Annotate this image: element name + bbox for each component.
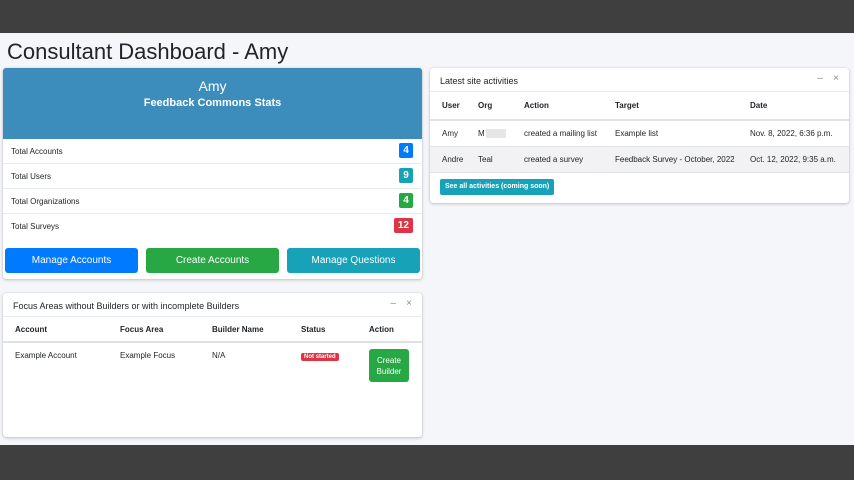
stat-row-users: Total Users 9 xyxy=(3,164,422,189)
minus-icon[interactable]: – xyxy=(390,299,396,309)
table-row: Amy M created a mailing list Example lis… xyxy=(430,120,849,147)
create-accounts-button[interactable]: Create Accounts xyxy=(146,248,279,273)
column-header: Action xyxy=(357,317,422,343)
org-cell: Teal xyxy=(466,146,512,173)
user-cell: Amy xyxy=(430,120,466,147)
page-title: Consultant Dashboard - Amy xyxy=(7,39,289,64)
action-cell: Create Builder xyxy=(357,342,422,386)
status-badge: Not started xyxy=(301,353,339,361)
stats-button-row: Manage Accounts Create Accounts Manage Q… xyxy=(5,248,422,273)
column-header: Status xyxy=(289,317,357,343)
table-row: Andre Teal created a survey Feedback Sur… xyxy=(430,146,849,173)
stat-badge: 12 xyxy=(393,218,413,233)
create-builder-button[interactable]: Create Builder xyxy=(369,349,409,382)
date-cell: Oct. 12, 2022, 9:35 a.m. xyxy=(738,146,849,173)
stat-label: Total Organizations xyxy=(11,197,80,206)
latest-activities-title: Latest site activities xyxy=(440,76,519,86)
target-cell: Example list xyxy=(603,120,738,147)
activities-table: User Org Action Target Date Amy M create… xyxy=(430,92,849,173)
stat-row-organizations: Total Organizations 4 xyxy=(3,189,422,214)
org-text: M xyxy=(478,128,485,138)
target-cell: Feedback Survey - October, 2022 xyxy=(603,146,738,173)
dashboard-page: Consultant Dashboard - Amy Amy Feedback … xyxy=(0,33,854,445)
action-cell: created a mailing list xyxy=(512,120,603,147)
stat-label: Total Accounts xyxy=(11,147,63,156)
focus-areas-table: Account Focus Area Builder Name Status A… xyxy=(3,317,422,386)
user-cell: Andre xyxy=(430,146,466,173)
latest-activities-header: Latest site activities – × xyxy=(430,68,849,92)
stat-label: Total Surveys xyxy=(11,222,60,231)
stats-card: Amy Feedback Commons Stats Total Account… xyxy=(3,68,422,279)
column-header: Builder Name xyxy=(200,317,289,343)
stat-badge: 4 xyxy=(399,143,413,158)
focus-areas-card: Focus Areas without Builders or with inc… xyxy=(3,293,422,437)
focus-areas-title: Focus Areas without Builders or with inc… xyxy=(13,301,240,311)
create-builder-label-line1: Create xyxy=(376,356,401,365)
focus-area-cell: Example Focus xyxy=(120,351,176,360)
column-header: Target xyxy=(603,92,738,121)
builder-name-cell: N/A xyxy=(212,351,226,360)
status-cell: Not started xyxy=(289,342,357,386)
action-cell: created a survey xyxy=(512,146,603,173)
focus-areas-header: Focus Areas without Builders or with inc… xyxy=(3,293,422,317)
column-header: Focus Area xyxy=(108,317,200,343)
stat-row-accounts: Total Accounts 4 xyxy=(3,139,422,164)
org-cell: M xyxy=(466,120,512,147)
stat-row-surveys: Total Surveys 12 xyxy=(3,214,422,239)
create-builder-label-line2: Builder xyxy=(376,367,402,376)
manage-questions-button[interactable]: Manage Questions xyxy=(287,248,420,273)
stats-user-name: Amy xyxy=(198,78,227,94)
column-header: User xyxy=(430,92,466,121)
column-header: Action xyxy=(512,92,603,121)
column-header: Date xyxy=(738,92,849,121)
stat-badge: 4 xyxy=(399,193,413,208)
latest-activities-card: Latest site activities – × User Org Acti… xyxy=(430,68,849,203)
stats-header: Amy Feedback Commons Stats xyxy=(3,68,422,139)
close-icon[interactable]: × xyxy=(406,299,412,309)
close-icon[interactable]: × xyxy=(833,74,839,84)
account-cell: Example Account xyxy=(15,351,77,360)
table-row: Example Account Example Focus N/A Not st… xyxy=(3,342,422,386)
manage-accounts-button[interactable]: Manage Accounts xyxy=(5,248,138,273)
stats-subtitle: Feedback Commons Stats xyxy=(143,97,282,109)
stat-label: Total Users xyxy=(11,172,52,181)
redacted-block xyxy=(485,128,506,138)
column-header: Org xyxy=(466,92,512,121)
see-all-activities-button[interactable]: See all activities (coming soon) xyxy=(440,179,555,195)
column-header: Account xyxy=(3,317,108,343)
stat-badge: 9 xyxy=(399,168,413,183)
minus-icon[interactable]: – xyxy=(817,74,823,84)
date-cell: Nov. 8, 2022, 6:36 p.m. xyxy=(738,120,849,147)
